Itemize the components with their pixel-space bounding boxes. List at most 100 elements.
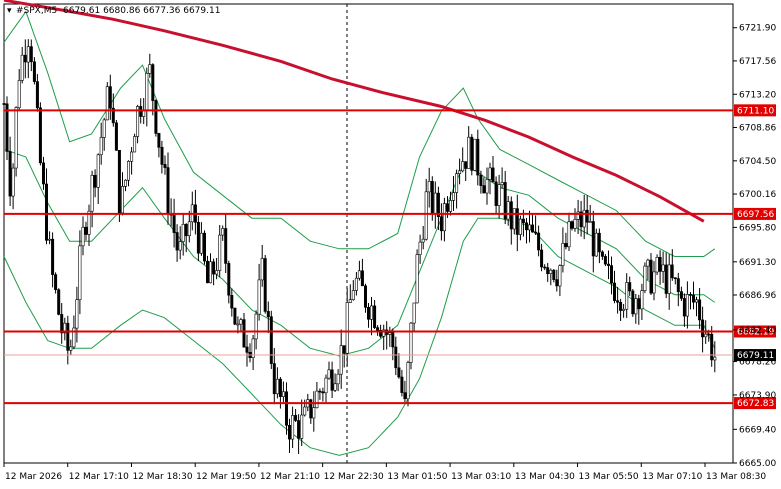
candle-body [114,122,118,151]
chart-header-symbol: #SPX,M5 [16,6,57,16]
candle-body [218,234,222,271]
candle [269,310,273,369]
candle-body [661,264,665,272]
x-tick-label: 12 Mar 18:30 [132,472,192,482]
candle-body [479,174,483,186]
candle-body [394,346,398,369]
candle [117,150,121,222]
candle-body [38,107,42,164]
candle-body [670,264,674,279]
candle-body [57,289,61,315]
candle-body [102,119,106,138]
candle-body [300,414,304,439]
candle-body [652,271,656,294]
candle [14,106,18,177]
candle-body [245,346,249,353]
y-tick-label: 6700.16 [739,190,776,200]
candle-body [336,373,340,385]
candle-body [640,290,644,310]
candle-body [646,259,650,267]
candle-body [291,415,295,440]
candle-body [564,243,568,248]
candle-body [546,267,550,275]
candle-body [184,224,188,237]
candle-body [287,424,291,440]
candle-body [284,391,288,426]
candle-body [704,333,708,338]
candle-body [23,54,27,63]
candle-body [14,107,18,169]
candle [643,262,647,294]
candle-body [573,219,577,229]
candle-body [157,133,161,148]
candle-body [90,175,94,212]
candle-body [445,203,449,212]
candle-body [330,369,334,391]
candle-body [664,264,668,294]
candle-body [369,305,373,320]
candle-body [96,154,100,188]
candle-body [603,256,607,265]
candle-body [497,184,501,206]
candle-body [187,221,191,237]
chart-menu-icon[interactable]: ▾ [7,6,12,16]
y-tick-label: 6713.20 [739,90,776,100]
candle-body [354,277,358,291]
candle-body [494,181,498,206]
y-tick-label: 6665.00 [739,459,776,469]
candle-body [591,221,595,257]
candle-body [215,270,219,275]
level-price-label: 6697.56 [737,210,774,220]
candle [203,230,207,265]
candle-body [418,241,422,255]
candle-body [130,151,134,162]
candle-body [451,192,455,201]
x-tick-label: 13 Mar 07:10 [642,472,702,482]
candle-body [524,222,528,231]
candle-body [409,322,413,363]
candle-body [491,167,495,183]
candle-body [260,258,264,281]
candle-body [485,179,489,194]
candle-body [93,175,97,188]
candle-body [637,298,641,310]
candle-body [634,298,638,315]
candle-body [455,173,459,193]
candle-body [625,282,629,310]
x-tick-label: 13 Mar 08:30 [706,472,766,482]
price-chart[interactable]: 6711.106697.566682.196672.836679.11 6721… [0,0,781,489]
candle-body [54,274,58,291]
candle-body [655,256,659,273]
candle-body [221,228,225,236]
candle-body [397,367,401,378]
candle-body [257,279,261,315]
candle-body [26,46,30,63]
candle-body [172,214,176,233]
candle [415,249,419,304]
candle-body [552,269,556,280]
candle-body [66,322,70,351]
candle-body [403,392,407,400]
candle-body [688,294,692,296]
candle-body [527,224,531,231]
candle-body [430,181,434,215]
x-tick-label: 12 Mar 17:10 [69,472,129,482]
candle-body [448,200,452,212]
candle-body [521,218,525,224]
candle-body [41,162,45,185]
candle-body [530,224,534,233]
candle-body [206,260,210,284]
candle-body [424,191,428,240]
candle-body [685,294,689,317]
candle-body [254,313,258,340]
candle-body [467,136,471,169]
candle-body [506,201,510,220]
candle-body [203,232,207,262]
y-tick-label: 6682.40 [739,326,776,336]
candle-body [360,270,364,287]
candle-body [124,179,128,187]
candle-body [357,270,361,279]
candle-body [312,407,316,419]
candle-body [476,138,480,176]
candle-body [458,170,462,175]
